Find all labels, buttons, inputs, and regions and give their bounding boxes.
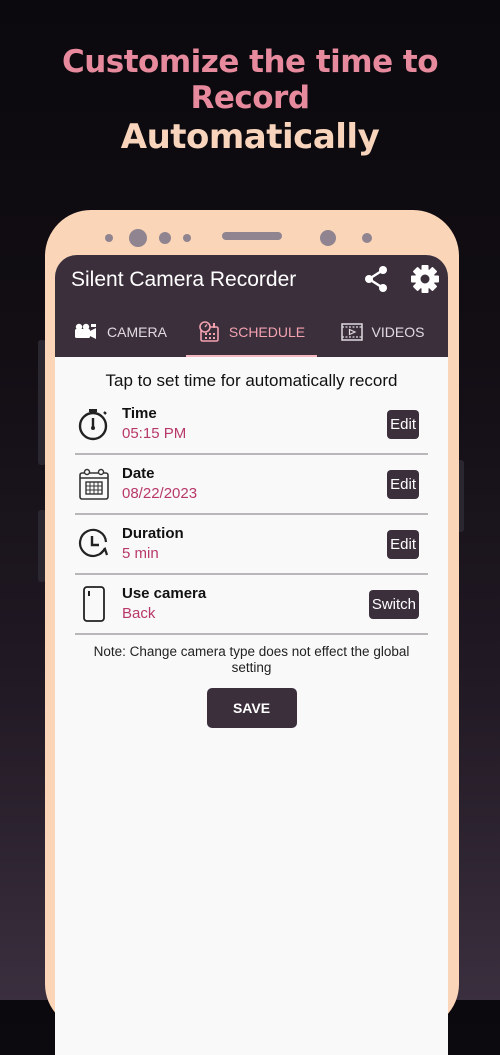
edit-time-button[interactable]: Edit: [387, 409, 419, 439]
schedule-panel: Tap to set time for automatically record…: [55, 371, 448, 728]
time-value: 05:15 PM: [122, 425, 187, 442]
front-camera: [320, 230, 336, 246]
camera-row: Use camera Back Switch: [75, 575, 428, 635]
note-text: Note: Change camera type does not effect…: [93, 644, 410, 675]
date-label: Date: [122, 465, 155, 482]
app-screen: Silent Camera Recorder CAMERA SCHEDULE V…: [55, 255, 448, 1055]
sensor-dot: [105, 234, 113, 242]
phone-frame: Silent Camera Recorder CAMERA SCHEDULE V…: [45, 210, 459, 1055]
tab-label: SCHEDULE: [228, 324, 306, 340]
video-camera-icon: [75, 323, 97, 339]
duration-label: Duration: [122, 525, 184, 542]
edit-date-button[interactable]: Edit: [387, 469, 419, 499]
tab-label: VIDEOS: [371, 324, 425, 340]
tab-videos[interactable]: VIDEOS: [317, 307, 448, 357]
gear-icon[interactable]: [410, 264, 440, 294]
schedule-calendar-icon: [199, 321, 219, 342]
tab-schedule[interactable]: SCHEDULE: [186, 307, 317, 357]
camera-label: Use camera: [122, 585, 207, 602]
duration-value: 5 min: [122, 545, 159, 562]
tab-bar: CAMERA SCHEDULE VIDEOS: [55, 307, 448, 357]
edit-duration-button[interactable]: Edit: [387, 529, 419, 559]
tab-label: CAMERA: [107, 324, 167, 340]
video-film-icon: [340, 323, 363, 341]
calendar-icon: [79, 468, 109, 500]
phone-icon: [83, 586, 105, 622]
promo-headline: Customize the time to Record: [61, 44, 439, 116]
share-icon[interactable]: [363, 265, 389, 293]
instruction-text: Tap to set time for automatically record: [105, 371, 398, 390]
time-row: Time 05:15 PM Edit: [75, 395, 428, 455]
app-title: Silent Camera Recorder: [71, 268, 297, 291]
app-bar: Silent Camera Recorder CAMERA SCHEDULE V…: [55, 255, 448, 357]
duration-row: Duration 5 min Edit: [75, 515, 428, 575]
date-value: 08/22/2023: [122, 485, 198, 502]
switch-camera-button[interactable]: Switch: [368, 589, 419, 619]
sensor-dot: [183, 234, 191, 242]
time-label: Time: [122, 405, 157, 422]
save-button[interactable]: SAVE: [206, 688, 297, 728]
earpiece-speaker: [222, 232, 282, 240]
promo-subheadline: Automatically: [120, 117, 380, 157]
date-row: Date 08/22/2023 Edit: [75, 455, 428, 515]
front-camera: [129, 229, 147, 247]
stopwatch-icon: [78, 409, 108, 441]
camera-value: Back: [122, 605, 156, 622]
sensor-dot: [159, 232, 171, 244]
sensor-dot: [362, 233, 372, 243]
clock-refresh-icon: [78, 528, 109, 558]
tab-camera[interactable]: CAMERA: [55, 307, 186, 357]
